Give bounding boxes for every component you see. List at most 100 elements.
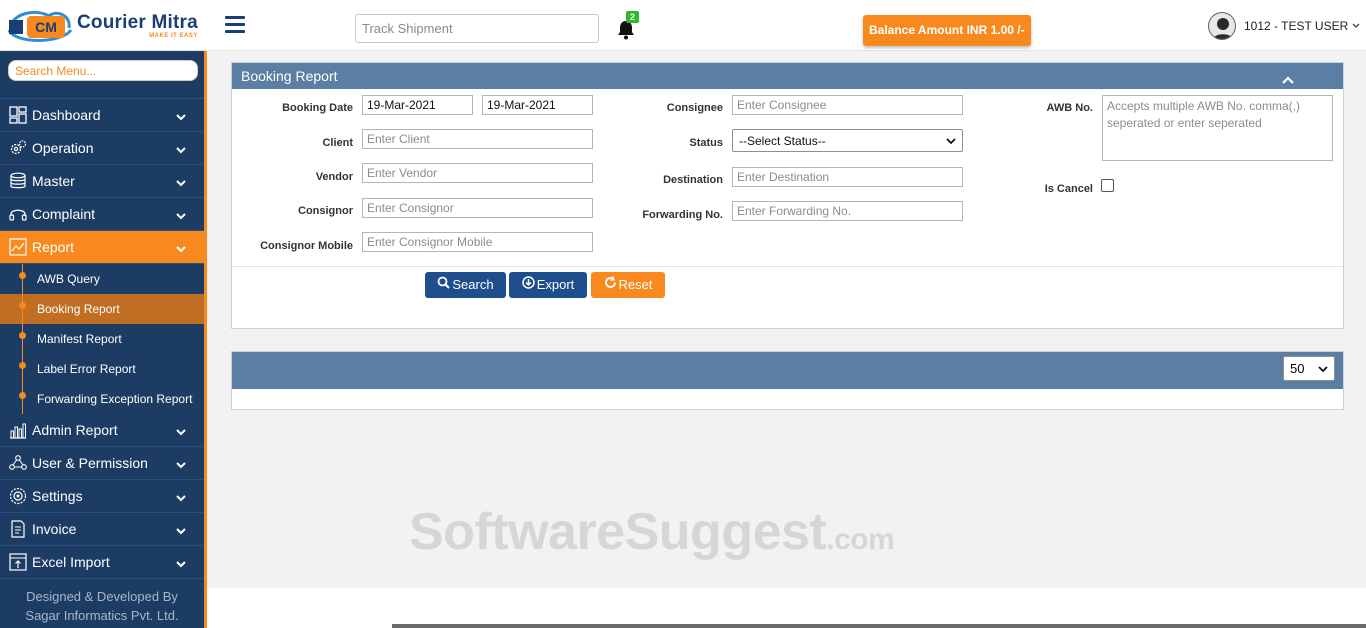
sidebar-item-report[interactable]: Report [0, 231, 204, 264]
sidebar-item-admin-report[interactable]: Admin Report [0, 414, 204, 447]
forwarding-no-input[interactable] [732, 201, 963, 221]
submenu-item-label-error-report[interactable]: Label Error Report [0, 354, 204, 384]
bullet-dot-icon [19, 302, 26, 309]
avatar [1208, 12, 1236, 40]
is-cancel-checkbox[interactable] [1101, 179, 1114, 192]
invoice-icon [8, 519, 28, 539]
booking-report-filter-panel: Booking Report Booking Date Client Vendo… [231, 62, 1344, 329]
sidebar-item-label: Complaint [32, 206, 96, 222]
brand-name: Courier Mitra [77, 12, 198, 33]
report-submenu: AWB Query Booking Report Manifest Report… [0, 264, 204, 414]
sidebar-item-label: User & Permission [32, 455, 148, 471]
submenu-item-booking-report[interactable]: Booking Report [0, 294, 204, 324]
refresh-icon [604, 272, 617, 298]
sidebar-item-invoice[interactable]: Invoice [0, 513, 204, 546]
search-button[interactable]: Search [425, 272, 506, 298]
gears-icon [8, 138, 28, 158]
chevron-down-icon [1318, 361, 1328, 376]
bottom-scrollbar[interactable] [392, 624, 1366, 628]
booking-date-label: Booking Date [282, 102, 353, 114]
forwarding-no-label: Forwarding No. [642, 209, 723, 221]
export-button-label: Export [536, 277, 575, 292]
sidebar-item-label: Admin Report [32, 422, 118, 438]
watermark-suffix: .com [826, 523, 895, 556]
watermark: SoftwareSuggest.com [409, 502, 895, 562]
download-circle-icon [521, 272, 535, 298]
vendor-input[interactable] [362, 163, 593, 183]
results-panel-header: 50 [232, 352, 1343, 389]
brand-logo[interactable]: CM Courier Mitra MAKE IT EASY [5, 6, 205, 46]
chevron-down-icon [176, 208, 186, 220]
dashboard-icon [8, 105, 28, 125]
status-select[interactable]: --Select Status-- [732, 129, 963, 152]
chevron-down-icon [176, 523, 186, 535]
headset-icon [8, 204, 28, 224]
bar-chart-icon [8, 420, 28, 440]
export-button[interactable]: Export [509, 272, 587, 298]
menu-toggle-icon[interactable] [225, 16, 245, 34]
sidebar-item-excel-import[interactable]: Excel Import [0, 546, 204, 579]
sidebar-item-operation[interactable]: Operation [0, 132, 204, 165]
awb-no-textarea[interactable] [1102, 95, 1333, 161]
booking-date-from-input[interactable] [362, 95, 473, 115]
users-network-icon [8, 453, 28, 473]
watermark-text: SoftwareSuggest [409, 503, 827, 561]
submenu-item-label: AWB Query [37, 272, 100, 286]
consignee-input[interactable] [732, 95, 963, 115]
sidebar-item-label: Master [32, 173, 75, 189]
bullet-dot-icon [19, 272, 26, 279]
destination-input[interactable] [732, 167, 963, 187]
track-shipment-input[interactable] [355, 14, 599, 43]
notification-count-badge: 2 [626, 11, 640, 23]
balance-amount-badge: Balance Amount INR 1.00 /- [863, 15, 1031, 46]
sidebar-item-label: Settings [32, 488, 83, 504]
logo-mark-icon: CM [5, 6, 75, 46]
sidebar-item-dashboard[interactable]: Dashboard [0, 99, 204, 132]
submenu-item-forwarding-exception-report[interactable]: Forwarding Exception Report [0, 384, 204, 414]
status-label: Status [689, 137, 723, 149]
user-menu[interactable]: 1012 - TEST USER [1208, 12, 1360, 40]
client-label: Client [322, 137, 353, 149]
sidebar-item-user-permission[interactable]: User & Permission [0, 447, 204, 480]
database-icon [8, 171, 28, 191]
sidebar-item-label: Excel Import [32, 554, 110, 570]
form-divider [232, 266, 1343, 267]
awb-no-label: AWB No. [1046, 102, 1093, 114]
booking-date-to-input[interactable] [482, 95, 593, 115]
bullet-dot-icon [19, 392, 26, 399]
page-size-value: 50 [1290, 361, 1305, 376]
reset-button[interactable]: Reset [591, 272, 665, 298]
sidebar-item-label: Report [32, 239, 75, 255]
submenu-item-manifest-report[interactable]: Manifest Report [0, 324, 204, 354]
chevron-down-icon [176, 142, 186, 154]
submenu-item-label: Forwarding Exception Report [37, 392, 193, 406]
sidebar-item-settings[interactable]: Settings [0, 480, 204, 513]
content-footer-area [207, 588, 1366, 628]
chevron-down-icon [176, 424, 186, 436]
submenu-item-awb-query[interactable]: AWB Query [0, 264, 204, 294]
sidebar-item-complaint[interactable]: Complaint [0, 198, 204, 231]
chevron-up-icon[interactable] [1281, 69, 1295, 84]
submenu-item-label: Label Error Report [37, 362, 136, 376]
consignor-input[interactable] [362, 198, 593, 218]
sidebar-item-label: Operation [32, 140, 94, 156]
status-selected-value: --Select Status-- [739, 133, 826, 148]
chevron-down-icon [176, 490, 186, 502]
consignor-mobile-input[interactable] [362, 232, 593, 252]
search-menu-input[interactable] [8, 60, 198, 81]
sidebar-item-master[interactable]: Master [0, 165, 204, 198]
brand-tagline: MAKE IT EASY [149, 33, 198, 39]
chevron-down-icon [176, 457, 186, 469]
bullet-dot-icon [19, 362, 26, 369]
user-name: 1012 - TEST USER [1244, 19, 1349, 33]
report-chart-icon [8, 237, 28, 257]
sidebar-item-label: Dashboard [32, 107, 101, 123]
top-header: CM Courier Mitra MAKE IT EASY 2 Balance … [0, 0, 1366, 51]
reset-button-label: Reset [618, 277, 653, 292]
sidebar-footer: Designed & Developed By Sagar Informatic… [0, 585, 204, 628]
client-input[interactable] [362, 129, 593, 149]
settings-icon [8, 486, 28, 506]
page-size-select[interactable]: 50 [1283, 356, 1335, 381]
consignor-label: Consignor [298, 205, 353, 217]
excel-import-icon [8, 552, 28, 572]
